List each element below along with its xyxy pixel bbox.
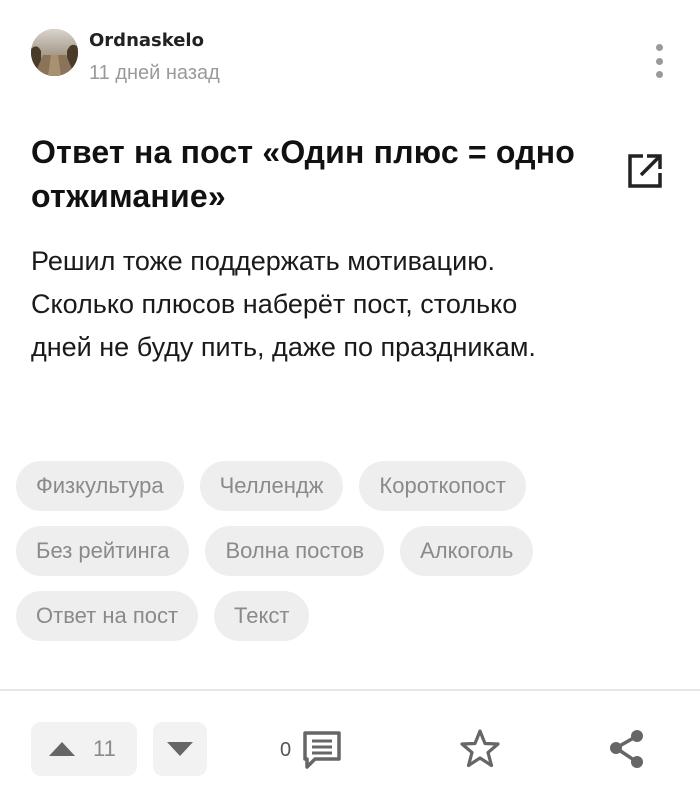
tag-row: Физкультура Челлендж Короткопост	[16, 461, 686, 511]
downvote-button[interactable]	[153, 722, 207, 776]
tag-chip[interactable]: Без рейтинга	[16, 526, 190, 576]
comments-count: 0	[280, 738, 292, 761]
author-name[interactable]: Ordnaskelo	[89, 30, 204, 52]
share-button[interactable]	[605, 727, 649, 771]
tag-chip[interactable]: Волна постов	[205, 526, 385, 576]
open-external-icon	[628, 154, 662, 188]
star-outline-icon	[460, 729, 500, 768]
avatar[interactable]	[31, 29, 78, 76]
post-card: Ordnaskelo 11 дней назад Ответ на пост «…	[0, 0, 700, 796]
tag-chip[interactable]: Физкультура	[16, 461, 184, 511]
tag-row: Без рейтинга Волна постов Алкоголь	[16, 526, 686, 576]
tag-chip[interactable]: Ответ на пост	[16, 591, 199, 641]
save-button[interactable]	[458, 727, 502, 771]
post-body: Решил тоже поддержать мотивацию. Сколько…	[31, 240, 671, 369]
avatar-image	[31, 29, 78, 76]
open-post-button[interactable]	[626, 152, 664, 190]
more-menu-button[interactable]	[648, 44, 670, 78]
share-icon	[610, 730, 643, 768]
post-body-line: дней не буду пить, даже по праздникам.	[31, 332, 536, 362]
divider	[0, 689, 700, 691]
rating-count: 11	[93, 736, 116, 761]
post-body-line: Решил тоже поддержать мотивацию.	[31, 246, 495, 276]
upvote-button[interactable]: 11	[31, 722, 137, 776]
triangle-up-icon	[49, 742, 75, 756]
tag-list: Физкультура Челлендж Короткопост Без рей…	[16, 461, 686, 656]
tag-chip[interactable]: Челлендж	[199, 461, 344, 511]
tag-chip[interactable]: Текст	[214, 591, 310, 641]
tag-row: Ответ на пост Текст	[16, 591, 686, 641]
post-body-line: Сколько плюсов наберёт пост, столько	[31, 289, 518, 319]
tag-chip[interactable]: Короткопост	[359, 461, 526, 511]
comment-icon	[303, 731, 341, 769]
triangle-down-icon	[167, 742, 193, 756]
post-title[interactable]: Ответ на пост «Один плюс = одно отжимани…	[31, 130, 591, 218]
tag-chip[interactable]: Алкоголь	[400, 526, 534, 576]
kebab-menu-icon	[655, 44, 663, 51]
post-time: 11 дней назад	[89, 62, 220, 84]
comments-button[interactable]: 0	[280, 728, 343, 772]
